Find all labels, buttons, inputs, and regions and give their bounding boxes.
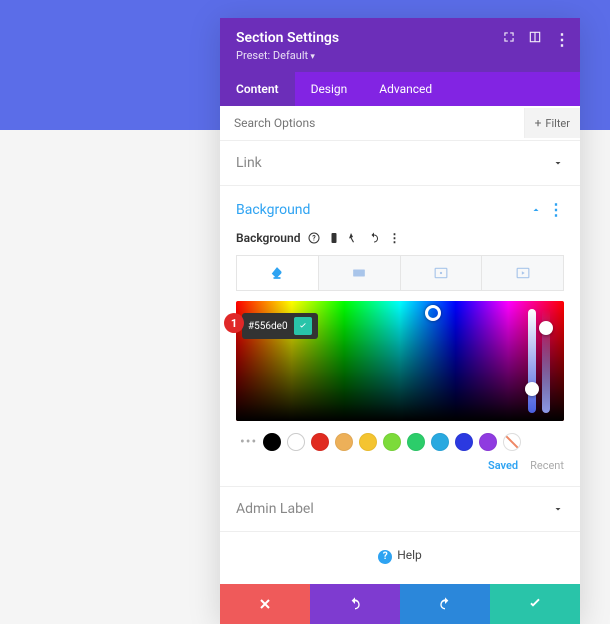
expand-icon[interactable] xyxy=(502,30,516,44)
chevron-up-icon[interactable] xyxy=(530,204,542,216)
close-icon xyxy=(257,596,273,612)
swatch[interactable] xyxy=(287,433,305,451)
tab-advanced[interactable]: Advanced xyxy=(363,72,448,106)
hue-slider[interactable] xyxy=(528,309,536,413)
swatch-more-icon[interactable]: ••• xyxy=(240,434,257,450)
redo-button[interactable] xyxy=(400,584,490,624)
step-callout: 1 xyxy=(224,313,244,333)
preset-dropdown[interactable]: Preset: Default xyxy=(236,49,564,62)
swatch[interactable] xyxy=(335,433,353,451)
field-more-icon[interactable]: ⋮ xyxy=(388,231,400,245)
recent-tab[interactable]: Recent xyxy=(530,459,564,472)
saved-tab[interactable]: Saved xyxy=(488,459,518,472)
image-icon xyxy=(433,266,449,280)
background-label: Background xyxy=(236,231,300,245)
section-admin-title: Admin Label xyxy=(236,501,314,517)
hex-confirm-button[interactable] xyxy=(294,317,312,335)
chevron-down-icon xyxy=(552,157,564,169)
gradient-icon xyxy=(351,266,367,280)
undo-icon xyxy=(347,596,363,612)
picker-cursor[interactable] xyxy=(425,305,441,321)
hover-icon[interactable] xyxy=(348,232,360,244)
swatch[interactable] xyxy=(383,433,401,451)
phone-icon[interactable] xyxy=(328,232,340,244)
paint-icon xyxy=(269,266,285,280)
section-background: Background ⋮ Background ? ⋮ xyxy=(220,186,580,487)
save-button[interactable] xyxy=(490,584,580,624)
section-background-title[interactable]: Background xyxy=(236,202,310,218)
panel-footer xyxy=(220,584,580,624)
swatch[interactable] xyxy=(311,433,329,451)
swatch-row: ••• xyxy=(236,433,564,451)
check-icon xyxy=(298,321,308,331)
swatch[interactable] xyxy=(263,433,281,451)
video-icon xyxy=(515,266,531,280)
undo-button[interactable] xyxy=(310,584,400,624)
bg-tab-color[interactable] xyxy=(237,256,319,290)
alpha-slider[interactable] xyxy=(542,309,550,413)
section-link-title: Link xyxy=(236,155,262,171)
filter-button[interactable]: +Filter xyxy=(524,108,580,138)
bg-tab-video[interactable] xyxy=(482,256,563,290)
settings-panel: Section Settings Preset: Default ⋮ Conte… xyxy=(220,18,580,624)
hex-value: #556de0 xyxy=(248,321,288,332)
cancel-button[interactable] xyxy=(220,584,310,624)
swatch[interactable] xyxy=(431,433,449,451)
help-icon[interactable]: ? xyxy=(308,232,320,244)
swatch-none[interactable] xyxy=(503,433,521,451)
layout-icon[interactable] xyxy=(528,30,542,44)
search-input[interactable] xyxy=(220,106,524,140)
swatch[interactable] xyxy=(479,433,497,451)
section-more-icon[interactable]: ⋮ xyxy=(548,200,564,219)
redo-icon xyxy=(437,596,453,612)
hex-chip[interactable]: #556de0 xyxy=(242,313,318,339)
tab-content[interactable]: Content xyxy=(220,72,295,106)
chevron-down-icon xyxy=(552,503,564,515)
undo-icon[interactable] xyxy=(368,232,380,244)
panel-header: Section Settings Preset: Default ⋮ xyxy=(220,18,580,72)
bg-tab-gradient[interactable] xyxy=(319,256,401,290)
section-admin-label[interactable]: Admin Label xyxy=(220,487,580,532)
swatch[interactable] xyxy=(359,433,377,451)
more-icon[interactable]: ⋮ xyxy=(554,30,568,44)
check-icon xyxy=(527,596,543,612)
tab-design[interactable]: Design xyxy=(295,72,364,106)
swatch[interactable] xyxy=(455,433,473,451)
svg-text:?: ? xyxy=(313,235,317,243)
section-link[interactable]: Link xyxy=(220,141,580,186)
tab-bar: Content Design Advanced xyxy=(220,72,580,106)
help-link[interactable]: Help xyxy=(220,532,580,584)
swatch[interactable] xyxy=(407,433,425,451)
background-type-tabs xyxy=(236,255,564,291)
bg-tab-image[interactable] xyxy=(401,256,483,290)
